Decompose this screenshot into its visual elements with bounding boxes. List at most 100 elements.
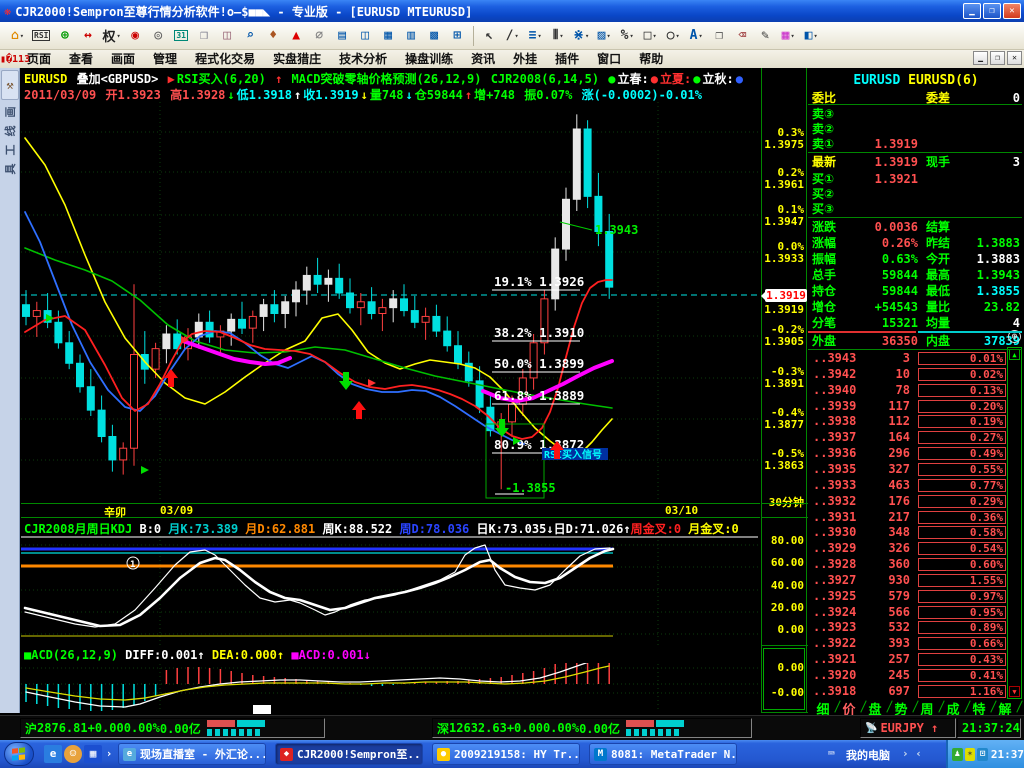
plug-icon[interactable]: ∅	[309, 25, 330, 46]
menu-item-5[interactable]: 实盘猎庄	[264, 50, 330, 68]
hatch-icon[interactable]: ▨ ▾	[594, 25, 615, 46]
arrow-icon[interactable]: ↔	[77, 25, 98, 46]
macd-header-segment: ↓	[363, 648, 371, 662]
menu-item-1[interactable]: 查看	[60, 50, 102, 68]
cursor-icon[interactable]: ↖	[479, 25, 500, 46]
chart2-icon[interactable]: ▥	[401, 25, 422, 46]
app-window: ❋ CJR2000!Sempron至尊行情分析软件!o—$■■◣ - 专业版 -…	[0, 0, 1024, 768]
main-chart[interactable]: 19.1% 1.3926 38.2% 1.3910 50.0% 1.3899 61.8…	[20, 100, 760, 503]
palette-icon[interactable]: ▦ ▾	[778, 25, 799, 46]
quicklaunch-ie-icon[interactable]: e	[44, 745, 62, 763]
scroll-up-icon[interactable]: ▲	[1009, 349, 1020, 360]
rays-icon[interactable]: ⋇ ▾	[571, 25, 592, 46]
last-price-bubble: 1.3919	[761, 289, 807, 302]
toolbar-chevron-icon[interactable]: › ‹	[902, 747, 922, 760]
start-button[interactable]	[4, 742, 34, 766]
minimize-button[interactable]: ▁	[963, 3, 981, 19]
trendline-icon[interactable]: ∕ ▾	[502, 25, 523, 46]
dropdown-caret-icon[interactable]: ▾	[585, 32, 589, 40]
restore-button[interactable]: ❐	[983, 3, 1001, 19]
quote-value: 0.63%	[881, 252, 918, 266]
quicklaunch-app-icon[interactable]: ▦	[84, 745, 102, 763]
eraser-icon[interactable]: ⌫	[732, 25, 753, 46]
text-icon[interactable]: A ▾	[686, 25, 707, 46]
book-icon[interactable]: ◫	[217, 25, 238, 46]
mdi-restore-button[interactable]: ❐	[990, 51, 1005, 65]
lights-icon[interactable]: ◉	[125, 25, 146, 46]
vline-icon[interactable]: ⫴ ▾	[548, 25, 569, 46]
chart1-icon[interactable]: ▦	[378, 25, 399, 46]
alarm-bell-icon[interactable]: ▲	[286, 25, 307, 46]
tick-volume: 296	[888, 446, 910, 461]
circle-icon[interactable]: ○ ▾	[663, 25, 684, 46]
keyboard-icon[interactable]: ⌨	[828, 747, 835, 760]
tray-user-icon[interactable]: ♟	[952, 747, 963, 761]
percent-icon[interactable]: % ▾	[617, 25, 638, 46]
search-chart-icon[interactable]: ⌕	[240, 25, 261, 46]
menu-item-6[interactable]: 技术分析	[330, 50, 396, 68]
rsi-icon[interactable]: RSI	[30, 25, 52, 46]
copy-icon[interactable]: ❐	[709, 25, 730, 46]
rect-icon[interactable]: □ ▾	[640, 25, 661, 46]
task-button-3[interactable]: M 8081: MetaTrader N...	[589, 743, 737, 765]
quan-icon[interactable]: 权 ▾	[100, 25, 122, 46]
quicklaunch-expand-icon[interactable]: ›	[104, 745, 114, 763]
dropdown-caret-icon[interactable]: ▾	[537, 32, 541, 40]
kdj-header-segment: 日D:71.026	[553, 522, 624, 536]
menu-item-10[interactable]: 插件	[546, 50, 588, 68]
kdj-panel[interactable]: 1	[20, 535, 760, 647]
task-button-2[interactable]: ● 2009219158: HY Tr...	[432, 743, 580, 765]
clock-cell-text: 21:37:24	[962, 721, 1020, 735]
dropdown-caret-icon[interactable]: ▾	[20, 32, 24, 40]
menu-item-11[interactable]: 窗口	[588, 50, 630, 68]
move-icon[interactable]: ⊕	[54, 25, 75, 46]
glasses-icon[interactable]: ◎	[148, 25, 169, 46]
dropdown-caret-icon[interactable]: ▾	[813, 32, 817, 40]
dropdown-caret-icon[interactable]: ▾	[559, 32, 563, 40]
scroll-down-icon[interactable]: ▼	[1009, 686, 1020, 697]
task-button-0[interactable]: e 现场直播室 - 外汇论...	[118, 743, 266, 765]
tray-network-icon[interactable]: ⊡	[977, 747, 988, 761]
mdi-close-button[interactable]: ✕	[1007, 51, 1022, 65]
dropdown-caret-icon[interactable]: ▾	[606, 32, 610, 40]
dropdown-caret-icon[interactable]: ▾	[652, 32, 656, 40]
tick-scrollbar[interactable]: ▲ ▼	[1007, 347, 1022, 699]
quicklaunch-messenger-icon[interactable]: ☺	[64, 745, 82, 763]
menu-item-9[interactable]: 外挂	[504, 50, 546, 68]
task-button-1[interactable]: ◆ CJR2000!Sempron至...	[275, 743, 423, 765]
tray-star-icon[interactable]: ✶	[964, 747, 976, 761]
alarm-bell-icon: ▲	[292, 28, 301, 43]
menu-item-2[interactable]: 画面	[102, 50, 144, 68]
menu-item-0[interactable]: 页面	[18, 50, 60, 68]
chart3-icon[interactable]: ▩	[424, 25, 445, 46]
calendar-icon[interactable]: 31	[171, 25, 192, 46]
dropdown-caret-icon[interactable]: ▾	[790, 32, 794, 40]
antenna-icon: 📡	[865, 722, 878, 734]
desktop-toolbar-label[interactable]: 我的电脑	[846, 747, 890, 763]
copy-docs-icon[interactable]: ❒	[194, 25, 215, 46]
hammer-icon[interactable]: ♦	[263, 25, 284, 46]
pen-icon[interactable]: ✎	[755, 25, 776, 46]
menu-item-8[interactable]: 资讯	[462, 50, 504, 68]
macd-panel[interactable]	[20, 663, 760, 713]
dropdown-caret-icon[interactable]: ▾	[514, 32, 518, 40]
dropdown-caret-icon[interactable]: ▾	[629, 32, 633, 40]
dropdown-caret-icon[interactable]: ▾	[116, 32, 120, 40]
menu-item-3[interactable]: 管理	[144, 50, 186, 68]
home-icon[interactable]: ⌂ ▾	[7, 25, 28, 46]
mdi-minimize-button[interactable]: ▁	[973, 51, 988, 65]
monitor-icon[interactable]: ⊞	[447, 25, 468, 46]
draw-tools-icon[interactable]: ⚒	[1, 70, 19, 100]
header1-segment: ●	[693, 72, 701, 86]
dropdown-caret-icon[interactable]: ▾	[698, 32, 702, 40]
title-bar[interactable]: ❋ CJR2000!Sempron至尊行情分析软件!o—$■■◣ - 专业版 -…	[0, 0, 1024, 22]
save-icon[interactable]: ◧ ▾	[801, 25, 822, 46]
dropdown-caret-icon[interactable]: ▾	[675, 32, 679, 40]
split-icon[interactable]: ◫	[355, 25, 376, 46]
list-icon[interactable]: ▤	[332, 25, 353, 46]
close-button[interactable]: ✕	[1003, 3, 1021, 19]
menu-item-4[interactable]: 程式化交易	[186, 50, 264, 68]
menu-item-7[interactable]: 操盘训练	[396, 50, 462, 68]
hline-icon[interactable]: ≡ ▾	[525, 25, 546, 46]
menu-item-12[interactable]: 帮助	[630, 50, 672, 68]
